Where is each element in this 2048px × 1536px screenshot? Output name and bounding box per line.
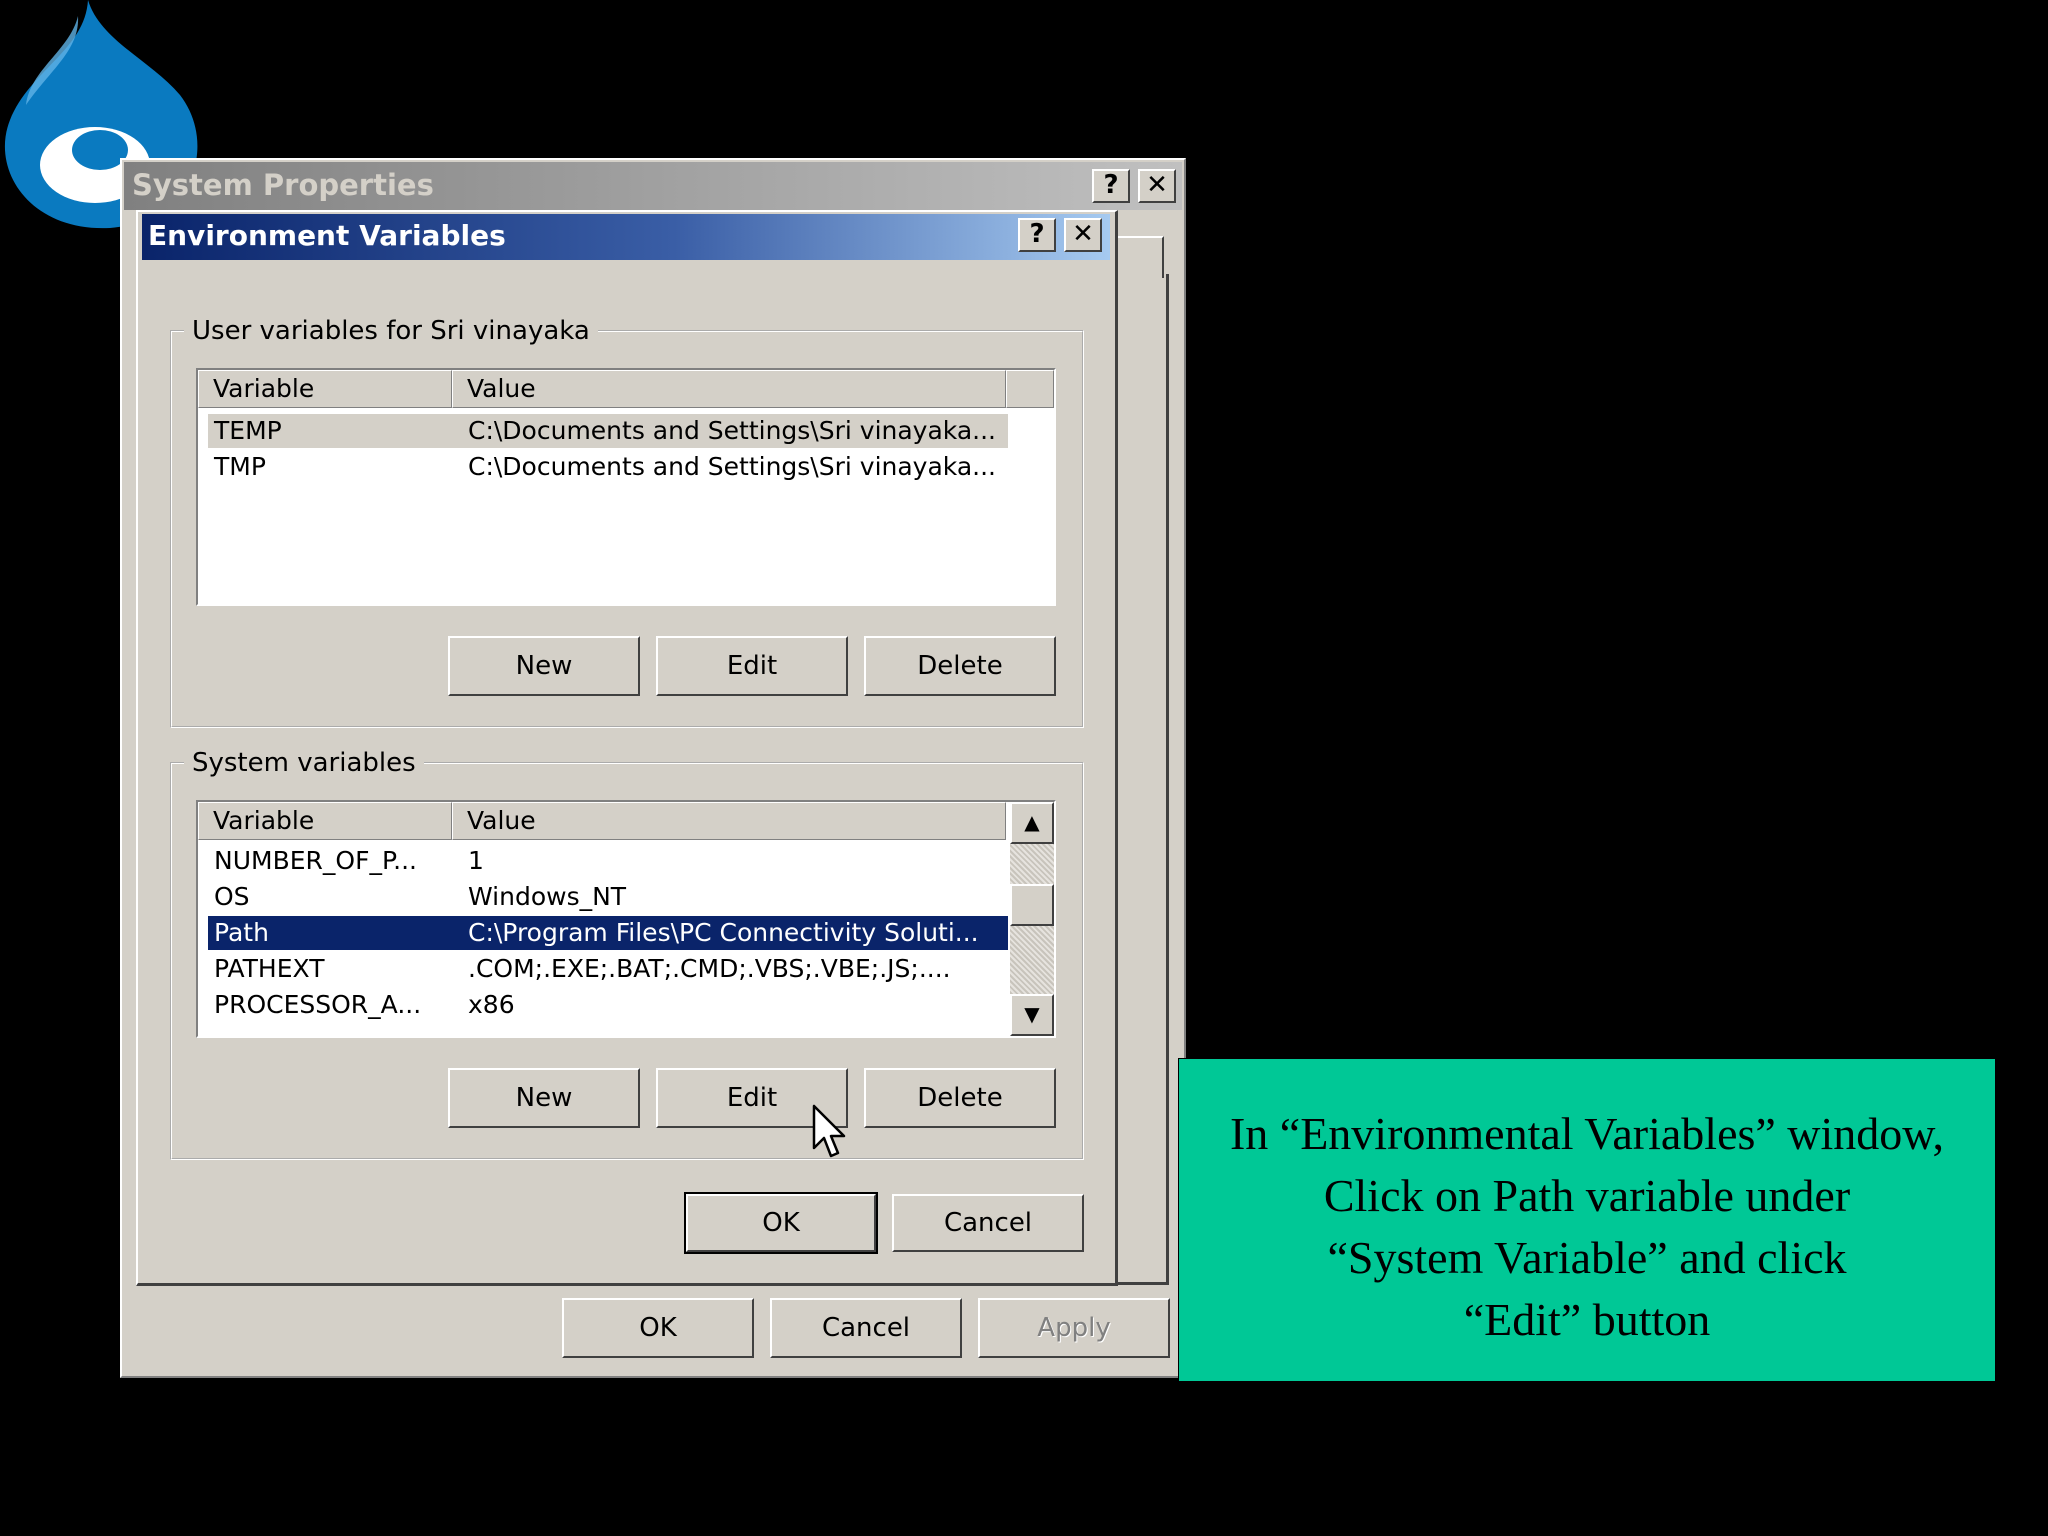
variable-name: TEMP xyxy=(214,416,282,445)
column-header-variable[interactable]: Variable xyxy=(198,802,452,840)
variable-value: C:\Documents and Settings\Sri vinayaka..… xyxy=(468,452,996,481)
system-properties-help-button[interactable]: ? xyxy=(1092,169,1130,203)
callout-line: “Edit” button xyxy=(1463,1294,1711,1345)
env-cancel-button[interactable]: Cancel xyxy=(892,1194,1084,1252)
mouse-pointer-icon xyxy=(812,1104,846,1158)
table-row[interactable]: OS Windows_NT xyxy=(208,880,1008,914)
variable-value: Windows_NT xyxy=(468,882,627,911)
user-edit-button[interactable]: Edit xyxy=(656,636,848,696)
env-help-button[interactable]: ? xyxy=(1018,218,1056,252)
table-row[interactable]: PROCESSOR_A... x86 xyxy=(208,988,1008,1022)
system-properties-title: System Properties xyxy=(132,168,434,202)
variable-value: x86 xyxy=(468,990,515,1019)
user-delete-button[interactable]: Delete xyxy=(864,636,1056,696)
table-row[interactable]: NUMBER_OF_P... 1 xyxy=(208,844,1008,878)
variable-name: OS xyxy=(214,882,250,911)
table-row[interactable]: TMP C:\Documents and Settings\Sri vinaya… xyxy=(208,450,1008,484)
column-header-filler xyxy=(1006,370,1054,408)
callout-line: “System Variable” and click xyxy=(1327,1232,1847,1283)
table-row[interactable]: PATHEXT .COM;.EXE;.BAT;.CMD;.VBS;.VBE;.J… xyxy=(208,952,1008,986)
system-properties-close-button[interactable]: ✕ xyxy=(1138,169,1176,203)
system-properties-tab[interactable] xyxy=(1116,236,1164,278)
system-properties-cancel-button[interactable]: Cancel xyxy=(770,1298,962,1358)
variable-value: C:\Program Files\PC Connectivity Soluti.… xyxy=(468,918,979,947)
system-variables-label: System variables xyxy=(184,748,424,778)
system-properties-tab-panel xyxy=(1114,274,1169,1285)
variable-value: C:\Documents and Settings\Sri vinayaka..… xyxy=(468,416,996,445)
scroll-up-arrow-icon[interactable]: ▲ xyxy=(1010,802,1054,844)
system-properties-apply-button[interactable]: Apply xyxy=(978,1298,1170,1358)
table-row[interactable]: TEMP C:\Documents and Settings\Sri vinay… xyxy=(208,414,1008,448)
environment-variables-title: Environment Variables xyxy=(148,219,506,252)
variable-name: PATHEXT xyxy=(214,954,325,983)
variable-name: TMP xyxy=(214,452,266,481)
column-header-value[interactable]: Value xyxy=(452,802,1006,840)
system-new-button[interactable]: New xyxy=(448,1068,640,1128)
instruction-callout: In “Environmental Variables” window, Cli… xyxy=(1178,1058,1996,1382)
variable-name: Path xyxy=(214,918,269,947)
variable-name: PROCESSOR_A... xyxy=(214,990,422,1019)
user-new-button[interactable]: New xyxy=(448,636,640,696)
variable-value: 1 xyxy=(468,846,484,875)
scrollbar-thumb[interactable] xyxy=(1010,884,1054,926)
user-variables-label: User variables for Sri vinayaka xyxy=(184,316,598,346)
user-variables-list[interactable]: Variable Value TEMP C:\Documents and Set… xyxy=(196,368,1056,606)
table-row-selected[interactable]: Path C:\Program Files\PC Connectivity So… xyxy=(208,916,1008,950)
env-close-button[interactable]: ✕ xyxy=(1064,218,1102,252)
callout-line: In “Environmental Variables” window, xyxy=(1229,1108,1945,1159)
system-properties-ok-button[interactable]: OK xyxy=(562,1298,754,1358)
variable-value: .COM;.EXE;.BAT;.CMD;.VBS;.VBE;.JS;.... xyxy=(468,954,951,983)
env-ok-button[interactable]: OK xyxy=(684,1192,878,1254)
system-delete-button[interactable]: Delete xyxy=(864,1068,1056,1128)
variable-name: NUMBER_OF_P... xyxy=(214,846,417,875)
column-header-value[interactable]: Value xyxy=(452,370,1006,408)
scroll-down-arrow-icon[interactable]: ▼ xyxy=(1010,994,1054,1036)
system-variables-list[interactable]: Variable Value NUMBER_OF_P... 1 OS Windo… xyxy=(196,800,1056,1038)
callout-line: Click on Path variable under xyxy=(1323,1170,1851,1221)
column-header-variable[interactable]: Variable xyxy=(198,370,452,408)
